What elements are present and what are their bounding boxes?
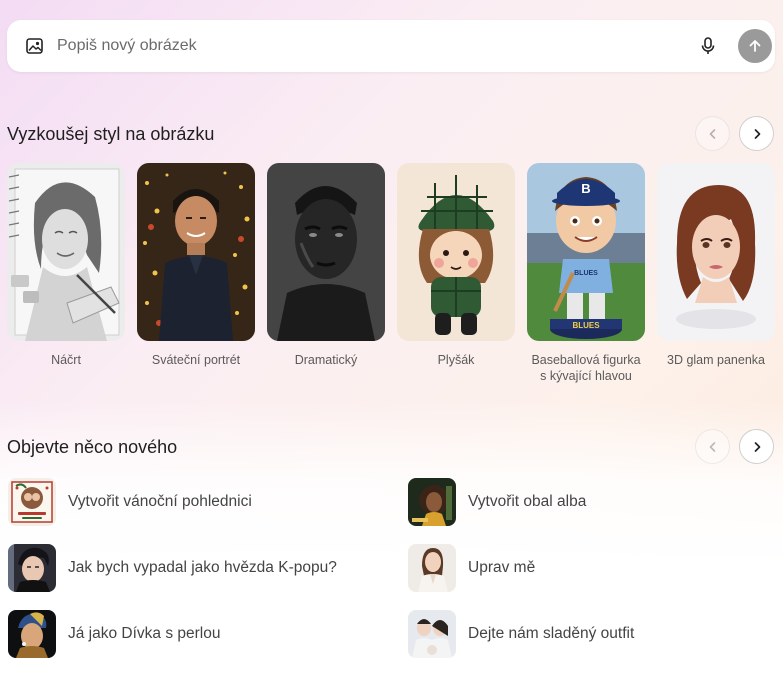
album-cover-thumbnail bbox=[408, 478, 456, 526]
bobblehead-thumbnail: BLUES BLUES B bbox=[527, 163, 645, 341]
chevron-left-icon bbox=[709, 441, 715, 452]
style-card-holiday-portrait[interactable]: Sváteční portrét bbox=[137, 163, 255, 368]
discover-item-christmas-card[interactable]: Vytvořit vánoční pohlednici bbox=[8, 478, 252, 526]
styles-prev-button[interactable] bbox=[695, 116, 730, 151]
arrow-up-icon bbox=[749, 40, 761, 52]
style-card-label: 3D glam panenka bbox=[667, 353, 765, 367]
style-card-label: Dramatický bbox=[294, 353, 358, 367]
glam-doll-thumbnail bbox=[657, 163, 775, 341]
bobblehead-cap-letter: B bbox=[581, 181, 590, 196]
style-card-dramatic[interactable]: Dramatický bbox=[267, 163, 385, 368]
discover-prev-button[interactable] bbox=[695, 429, 730, 464]
style-card-label: Náčrt bbox=[51, 353, 81, 367]
discover-item-label: Uprav mě bbox=[468, 559, 536, 576]
matching-outfit-thumbnail bbox=[408, 610, 456, 658]
discover-item-label: Dejte nám sladěný outfit bbox=[468, 625, 635, 642]
discover-section-title: Objevte něco nového bbox=[7, 437, 178, 457]
bobblehead-base-text: BLUES bbox=[572, 321, 600, 330]
style-card-glam-doll[interactable]: 3D glam panenka bbox=[657, 163, 775, 368]
discover-item-edit-me[interactable]: Uprav mě bbox=[408, 544, 535, 592]
plush-thumbnail bbox=[397, 163, 515, 341]
prompt-bar bbox=[7, 20, 775, 72]
style-card-label: Sváteční portrét bbox=[151, 353, 241, 367]
discover-item-matching-outfit[interactable]: Dejte nám sladěný outfit bbox=[408, 610, 634, 658]
pearl-girl-thumbnail bbox=[8, 610, 56, 658]
style-card-sketch[interactable]: Náčrt bbox=[7, 163, 125, 368]
kpop-star-thumbnail bbox=[8, 544, 56, 592]
dramatic-thumbnail bbox=[267, 163, 385, 341]
send-button[interactable] bbox=[738, 29, 772, 63]
discover-item-label: Já jako Dívka s perlou bbox=[68, 625, 221, 642]
styles-section-title: Vyzkoušej styl na obrázku bbox=[7, 124, 215, 144]
image-upload-icon[interactable] bbox=[25, 36, 45, 56]
prompt-input[interactable] bbox=[57, 30, 657, 62]
discover-item-pearl-girl[interactable]: Já jako Dívka s perlou bbox=[8, 610, 221, 658]
christmas-card-thumbnail bbox=[8, 478, 56, 526]
chevron-left-icon bbox=[709, 128, 715, 139]
style-card-bobblehead[interactable]: BLUES BLUES B Baseballová figurka s kýva… bbox=[527, 163, 645, 384]
chevron-right-icon bbox=[754, 441, 760, 452]
holiday-portrait-thumbnail bbox=[137, 163, 255, 341]
style-card-plush[interactable]: Plyšák bbox=[397, 163, 515, 368]
microphone-icon[interactable] bbox=[697, 35, 719, 57]
style-card-label: Plyšák bbox=[437, 353, 475, 367]
discover-item-album-cover[interactable]: Vytvořit obal alba bbox=[408, 478, 586, 526]
styles-next-button[interactable] bbox=[739, 116, 774, 151]
discover-item-label: Vytvořit vánoční pohlednici bbox=[68, 493, 252, 510]
sketch-thumbnail bbox=[7, 163, 125, 341]
discover-item-label: Jak bych vypadal jako hvězda K-popu? bbox=[68, 559, 337, 576]
discover-next-button[interactable] bbox=[739, 429, 774, 464]
style-card-label: Baseballová figurka s kývající hlavou bbox=[531, 353, 641, 383]
chevron-right-icon bbox=[754, 128, 760, 139]
bobblehead-jersey-text: BLUES bbox=[574, 270, 598, 277]
discover-item-kpop-star[interactable]: Jak bych vypadal jako hvězda K-popu? bbox=[8, 544, 337, 592]
edit-me-thumbnail bbox=[408, 544, 456, 592]
discover-item-label: Vytvořit obal alba bbox=[468, 493, 587, 510]
